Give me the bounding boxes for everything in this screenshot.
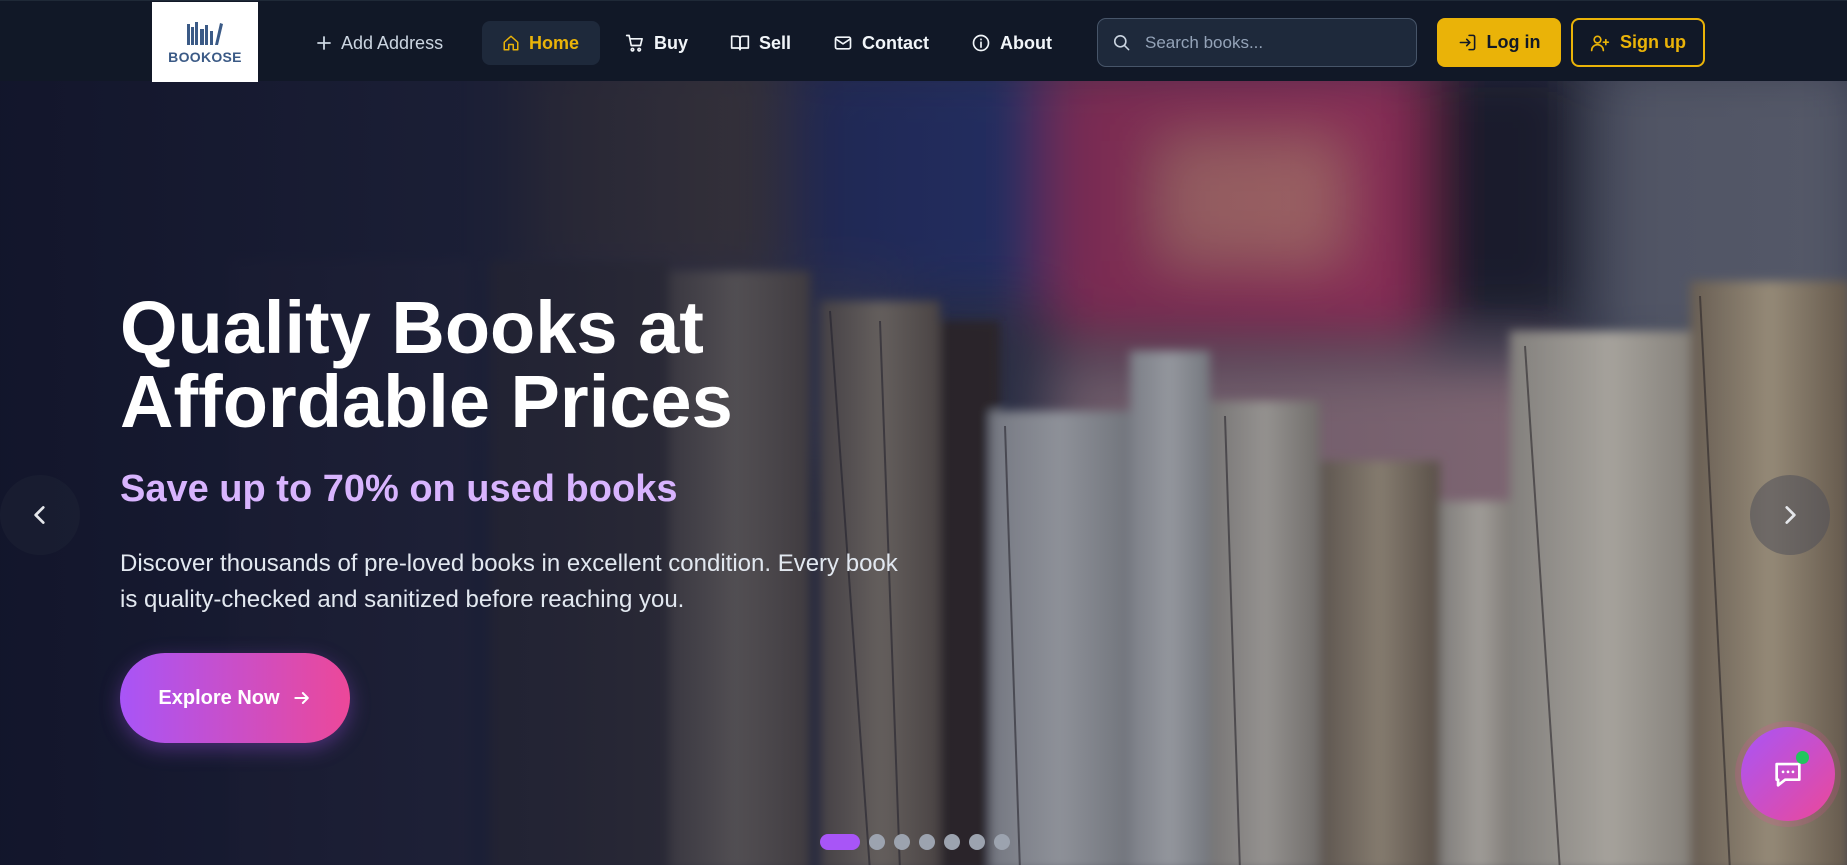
nav-contact[interactable]: Contact [813, 21, 949, 65]
chevron-right-icon [1785, 506, 1796, 524]
hero-title-line1: Quality Books at [120, 286, 704, 369]
info-icon [972, 34, 990, 52]
carousel-dot-3[interactable] [894, 834, 910, 850]
search-icon [1113, 34, 1130, 51]
user-plus-icon [1590, 35, 1610, 51]
carousel-indicators [820, 834, 1010, 850]
login-label: Log in [1486, 32, 1541, 52]
arrow-right-icon [293, 692, 309, 704]
book-open-icon [730, 35, 750, 51]
add-address-link[interactable]: Add Address [296, 21, 463, 65]
search-box[interactable] [1097, 18, 1417, 67]
hero-carousel: Quality Books at Affordable Prices Save … [0, 81, 1847, 865]
nav-buy[interactable]: Buy [605, 21, 708, 65]
signup-label: Sign up [1620, 32, 1686, 52]
carousel-next-button[interactable] [1750, 475, 1830, 555]
chat-widget [1735, 721, 1841, 827]
nav-buy-label: Buy [654, 32, 689, 53]
bookshelf-logo-icon [187, 21, 223, 45]
navbar: BOOKOSE Add Address Home Buy Sell Contac… [0, 0, 1847, 82]
carousel-dot-1[interactable] [820, 834, 860, 850]
chat-button[interactable] [1741, 727, 1835, 821]
nav-about-label: About [1000, 32, 1052, 53]
cart-icon [625, 34, 643, 52]
search-input[interactable] [1145, 32, 1385, 53]
online-status-dot [1796, 751, 1809, 764]
nav-home-label: Home [529, 32, 580, 53]
signup-button[interactable]: Sign up [1571, 18, 1705, 67]
nav-about[interactable]: About [951, 21, 1072, 65]
carousel-dot-6[interactable] [969, 834, 985, 850]
hero-title: Quality Books at Affordable Prices [120, 291, 920, 439]
nav-home[interactable]: Home [482, 21, 600, 65]
explore-now-label: Explore Now [158, 686, 280, 709]
nav-sell-label: Sell [759, 32, 792, 53]
explore-now-button[interactable]: Explore Now [120, 653, 350, 743]
nav-contact-label: Contact [862, 32, 929, 53]
carousel-dot-2[interactable] [869, 834, 885, 850]
hero-description: Discover thousands of pre-loved books in… [120, 550, 898, 613]
hero-subtitle: Save up to 70% on used books [120, 468, 678, 510]
login-icon [1459, 34, 1475, 51]
brand-logo[interactable]: BOOKOSE [152, 2, 258, 82]
hero-title-line2: Affordable Prices [120, 360, 733, 443]
nav-sell[interactable]: Sell [710, 21, 811, 65]
carousel-dot-4[interactable] [919, 834, 935, 850]
home-icon [503, 35, 519, 51]
add-address-label: Add Address [341, 32, 444, 53]
carousel-dot-5[interactable] [944, 834, 960, 850]
chevron-left-icon [34, 506, 45, 524]
login-button[interactable]: Log in [1437, 18, 1561, 67]
mail-icon [834, 36, 852, 50]
plus-icon [317, 36, 331, 50]
carousel-prev-button[interactable] [0, 475, 80, 555]
logo-text: BOOKOSE [168, 48, 242, 65]
carousel-dot-7[interactable] [994, 834, 1010, 850]
